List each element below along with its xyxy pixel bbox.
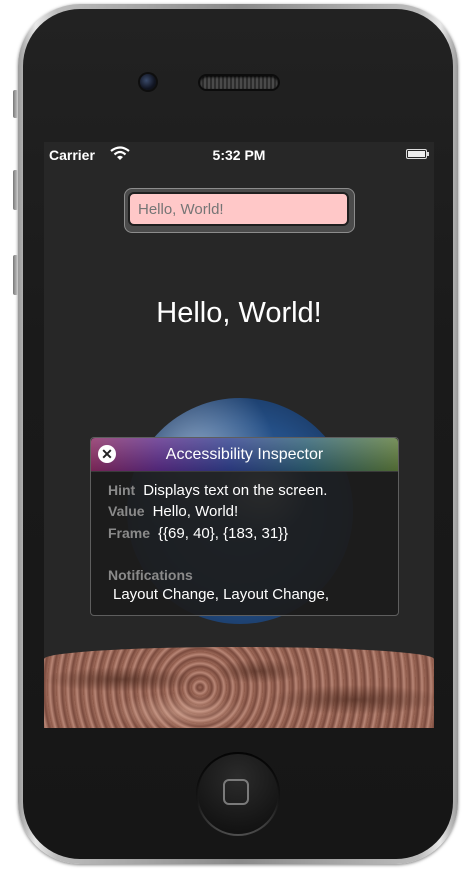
earpiece-speaker bbox=[200, 76, 278, 89]
value-row: Value Hello, World! bbox=[108, 503, 238, 520]
notifications-value: Layout Change, Layout Change, bbox=[113, 586, 329, 603]
hello-world-label: Hello, World! bbox=[156, 297, 322, 329]
notifications-key: Notifications bbox=[108, 567, 193, 583]
home-square-icon bbox=[223, 779, 249, 805]
hint-key: Hint bbox=[108, 482, 136, 498]
frame-value: {{69, 40}, {183, 31}} bbox=[158, 525, 289, 542]
inspector-title: Accessibility Inspector bbox=[165, 446, 324, 463]
mute-switch bbox=[13, 90, 18, 118]
inspector-titlebar[interactable]: ✕ Accessibility Inspector bbox=[91, 438, 398, 472]
value-value: Hello, World! bbox=[152, 503, 239, 520]
frame-row: Frame {{69, 40}, {183, 31}} bbox=[108, 525, 288, 542]
value-key: Value bbox=[108, 503, 145, 519]
status-time: 5:32 PM bbox=[212, 147, 266, 163]
home-button[interactable] bbox=[198, 754, 278, 834]
hint-row: Hint Displays text on the screen. bbox=[108, 482, 327, 499]
front-camera bbox=[140, 74, 156, 90]
moon-surface-image bbox=[44, 647, 434, 728]
volume-up-button bbox=[13, 170, 18, 210]
status-bar: Carrier 5:32 PM bbox=[44, 142, 434, 168]
device-screen: Carrier 5:32 PM Hello, World! bbox=[44, 142, 434, 728]
frame-key: Frame bbox=[108, 525, 151, 541]
hello-text-field[interactable] bbox=[128, 192, 349, 226]
battery-icon bbox=[406, 149, 429, 159]
accessibility-inspector-panel[interactable]: ✕ Accessibility Inspector Hint Displays t… bbox=[90, 437, 399, 616]
hint-value: Displays text on the screen. bbox=[143, 482, 328, 499]
text-field-frame bbox=[124, 188, 355, 233]
volume-down-button bbox=[13, 255, 18, 295]
